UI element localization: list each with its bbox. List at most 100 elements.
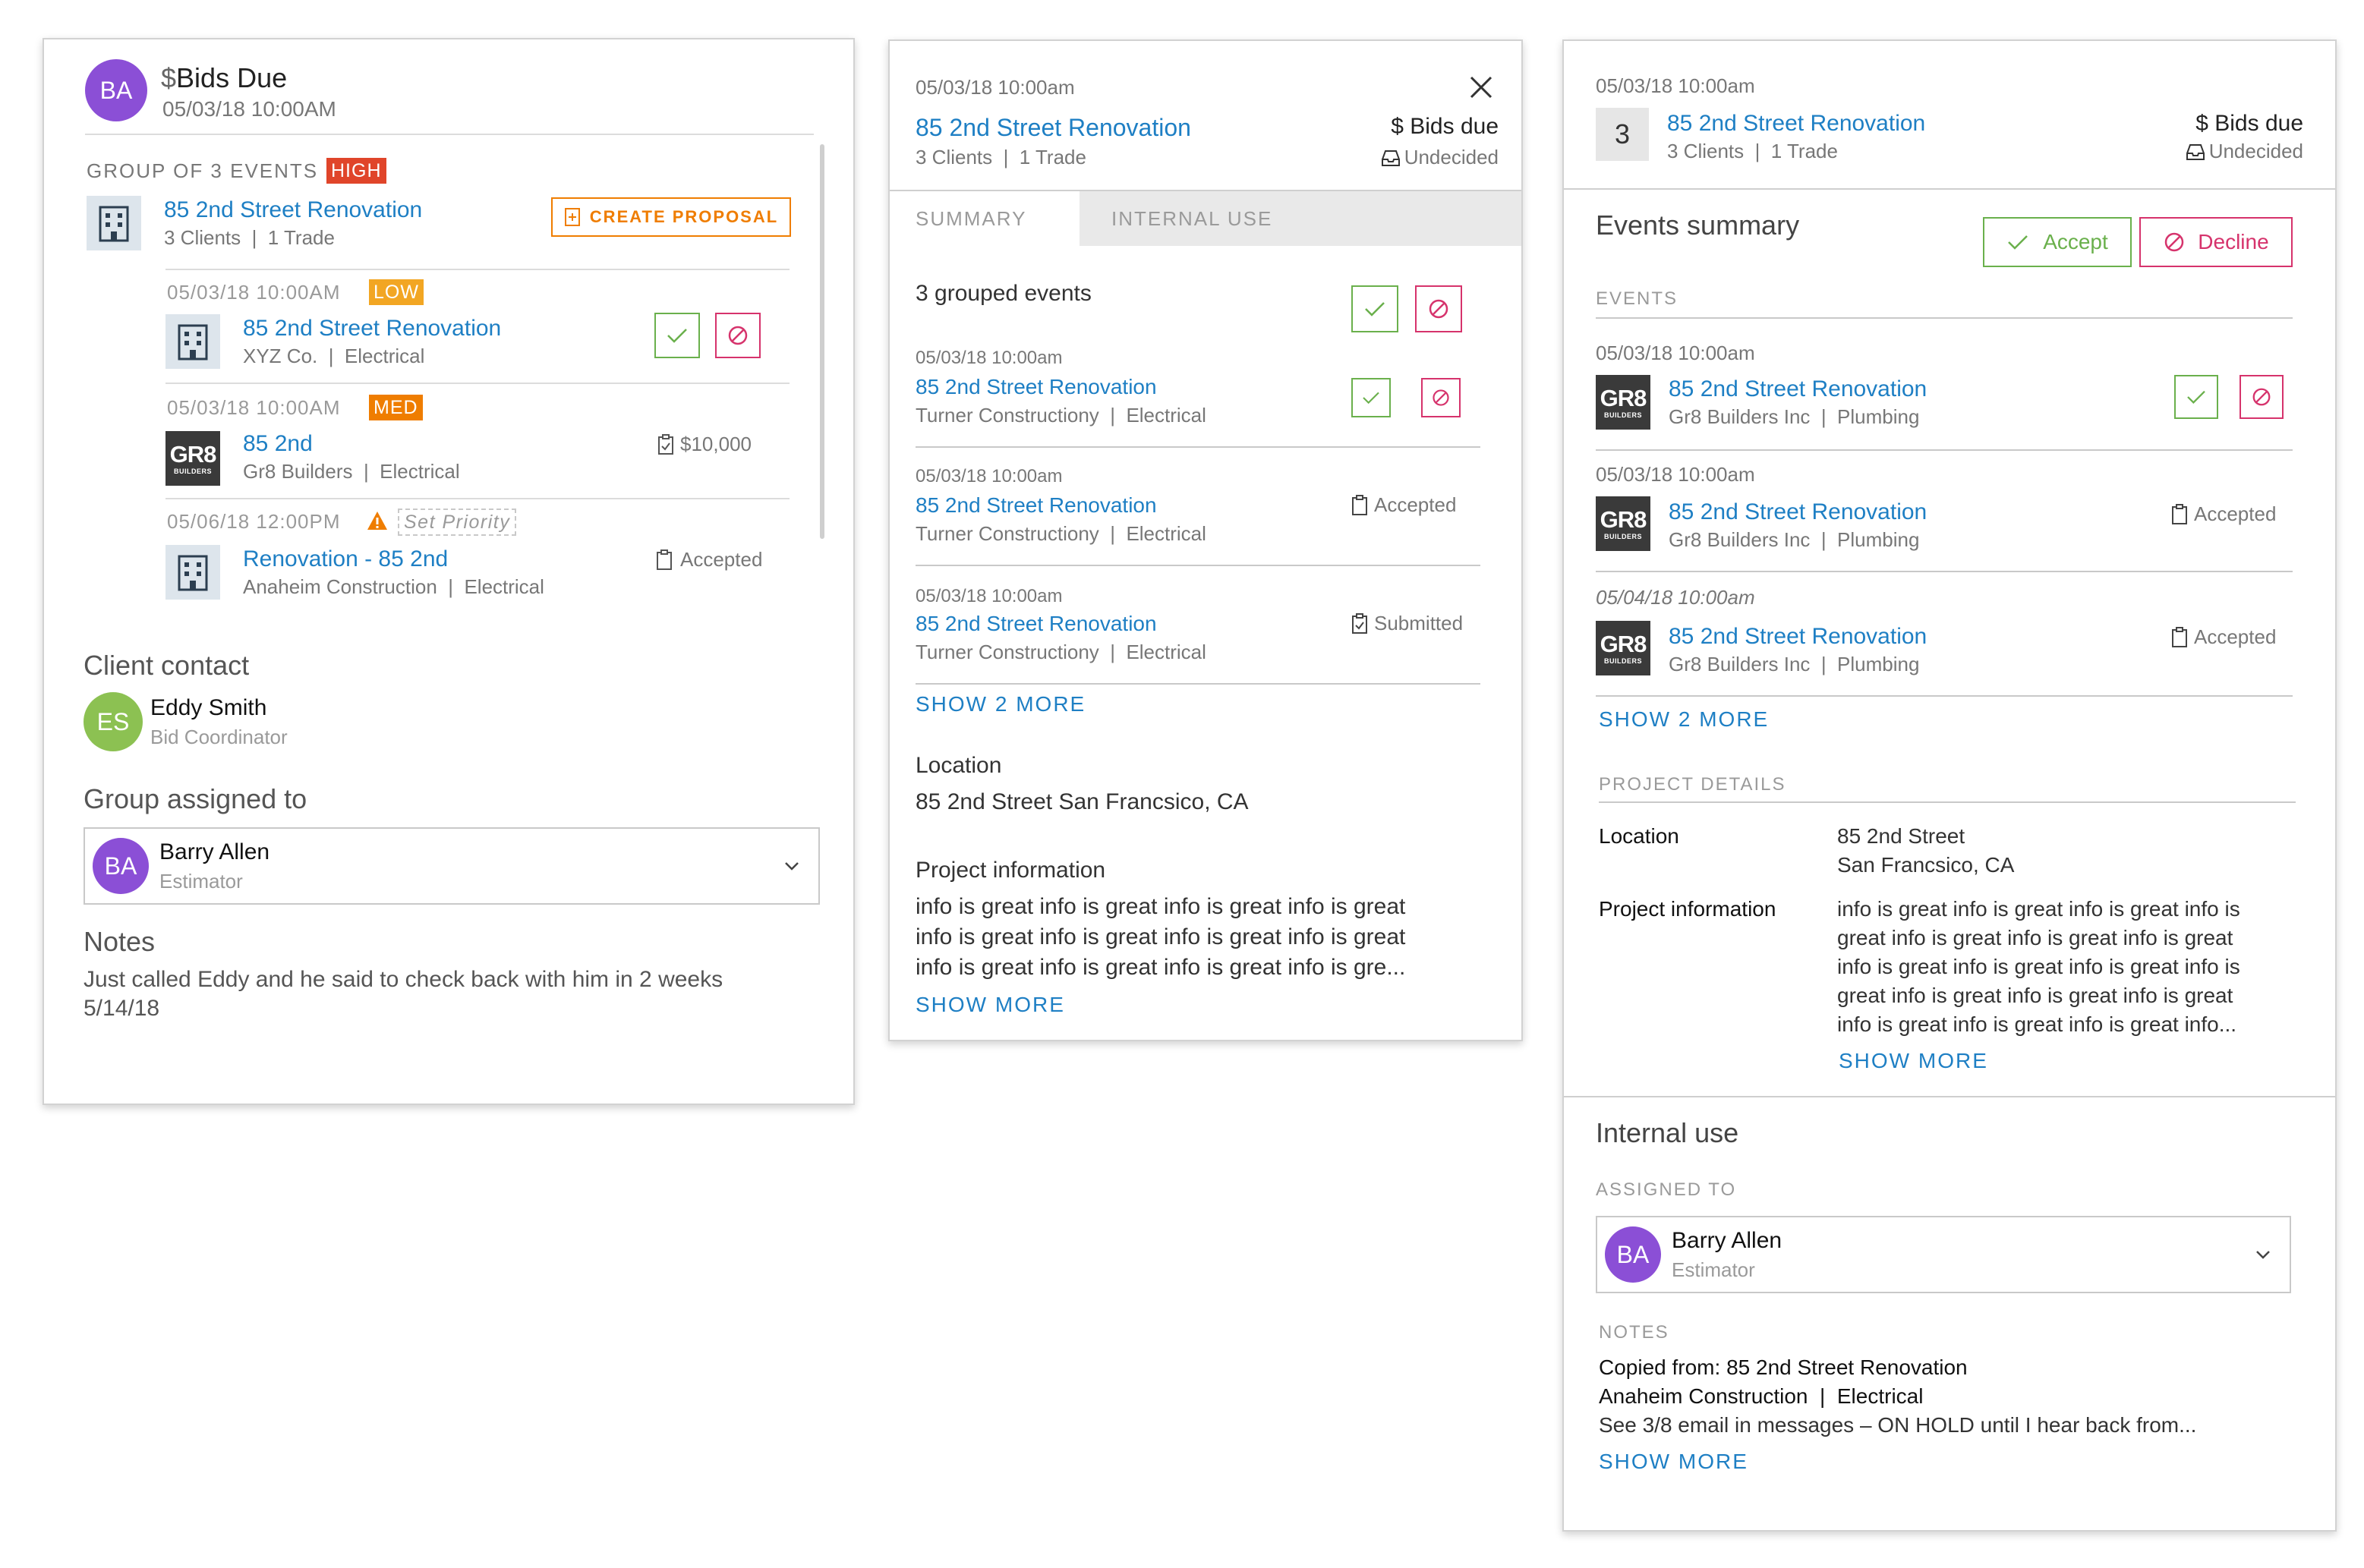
clipboard-icon xyxy=(1352,494,1367,515)
gr8-builders-logo: GR8 BUILDERS xyxy=(165,431,220,486)
event-title-link[interactable]: 85 2nd Street Renovation xyxy=(916,375,1157,399)
show-more-events-link[interactable]: SHOW 2 MORE xyxy=(1599,707,1769,732)
avatar: BA xyxy=(85,59,147,121)
notes-text: 5/14/18 xyxy=(84,996,160,1021)
event-meta: Gr8 Builders | Electrical xyxy=(243,460,460,483)
contact-role: Bid Coordinator xyxy=(150,726,288,748)
decline-all-button[interactable] xyxy=(1415,285,1462,332)
check-icon xyxy=(2008,235,2028,250)
bids-due-status: $ Bids due xyxy=(2141,111,2303,137)
title-text: Bids Due xyxy=(176,62,288,93)
divider xyxy=(165,269,790,270)
accept-all-button[interactable] xyxy=(1351,285,1398,332)
priority-badge-low: LOW xyxy=(369,279,424,305)
event-date: 05/03/18 10:00am xyxy=(916,586,1063,606)
dollar-icon: $ xyxy=(2195,111,2208,136)
status-text: Accepted xyxy=(680,548,763,571)
divider xyxy=(85,134,814,135)
decline-label: Decline xyxy=(2198,230,2269,253)
event-meta: XYZ Co. | Electrical xyxy=(243,345,425,367)
project-meta: 3 Clients | 1 Trade xyxy=(1667,140,1838,162)
event-title-link[interactable]: 85 2nd Street Renovation xyxy=(1669,624,1927,650)
event-title-link[interactable]: 85 2nd xyxy=(243,431,313,457)
dollar-icon: $ xyxy=(161,62,177,93)
project-info-line: info is great info is great info is grea… xyxy=(1837,955,2240,978)
project-title-link[interactable]: 85 2nd Street Renovation xyxy=(916,114,1191,142)
tab-label: SUMMARY xyxy=(916,206,1027,230)
accept-button[interactable] xyxy=(1351,378,1391,417)
decline-button[interactable] xyxy=(1421,378,1461,417)
event-date: 05/03/18 10:00AM xyxy=(167,396,341,419)
assignee-select[interactable]: BA Barry Allen Estimator xyxy=(1596,1216,2291,1293)
event-title-link[interactable]: 85 2nd Street Renovation xyxy=(916,612,1157,636)
notes-text: Anaheim Construction | Electrical xyxy=(1599,1384,1924,1408)
accept-button[interactable] xyxy=(2174,375,2218,419)
divider xyxy=(916,683,1480,685)
create-proposal-button[interactable]: CREATE PROPOSAL xyxy=(551,197,791,237)
show-more-events-link[interactable]: SHOW 2 MORE xyxy=(916,692,1086,716)
notes-heading: Notes xyxy=(84,926,156,957)
event-title-link[interactable]: Renovation - 85 2nd xyxy=(243,546,448,572)
building-icon xyxy=(87,196,141,250)
tab-internal-use[interactable]: INTERNAL USE xyxy=(1080,191,1521,246)
event-meta: Gr8 Builders Inc | Plumbing xyxy=(1669,653,1920,675)
undecided-status: Undecided xyxy=(2141,140,2303,163)
avatar: ES xyxy=(84,692,143,751)
show-more-link[interactable]: SHOW MORE xyxy=(916,993,1065,1017)
gr8-builders-logo: GR8 BUILDERS xyxy=(1596,375,1650,430)
event-detail-panel: 05/03/18 10:00am 85 2nd Street Renovatio… xyxy=(888,39,1523,1041)
decline-button[interactable] xyxy=(715,313,761,358)
group-label: GROUP OF 3 EVENTS xyxy=(87,159,319,182)
project-info-line: info is great info is great info is grea… xyxy=(916,924,1406,949)
divider xyxy=(165,383,790,384)
scrollbar[interactable] xyxy=(820,144,824,539)
group-project-link[interactable]: 85 2nd Street Renovation xyxy=(164,197,422,223)
assignee-select[interactable]: BA Barry Allen Estimator xyxy=(84,827,820,905)
event-title-link[interactable]: 85 2nd Street Renovation xyxy=(1669,499,1927,525)
building-icon xyxy=(165,314,220,369)
create-proposal-label: CREATE PROPOSAL xyxy=(589,207,779,226)
accept-button[interactable]: Accept xyxy=(1983,217,2132,267)
contact-name: Eddy Smith xyxy=(150,695,267,720)
page-title: $Bids Due xyxy=(161,62,287,94)
project-info-label: Project information xyxy=(916,858,1106,883)
building-icon xyxy=(165,545,220,600)
accept-button[interactable] xyxy=(654,313,700,358)
status-text: Submitted xyxy=(1374,612,1464,634)
notes-show-more-link[interactable]: SHOW MORE xyxy=(1599,1450,1748,1474)
show-more-link[interactable]: SHOW MORE xyxy=(1839,1049,1988,1073)
divider xyxy=(1599,801,2296,803)
event-date: 05/04/18 10:00am xyxy=(1596,586,1755,609)
decline-button[interactable] xyxy=(2239,375,2284,419)
event-title-link[interactable]: 85 2nd Street Renovation xyxy=(1669,376,1927,402)
bid-group-card: BA $Bids Due 05/03/18 10:00AM GROUP OF 3… xyxy=(43,38,855,1105)
close-icon[interactable] xyxy=(1468,74,1494,100)
client-contact-heading: Client contact xyxy=(84,650,250,681)
inbox-icon xyxy=(1381,150,1400,166)
event-date: 05/06/18 12:00PM xyxy=(167,510,341,533)
accept-label: Accept xyxy=(2043,230,2108,253)
event-title-link[interactable]: 85 2nd Street Renovation xyxy=(243,316,501,342)
status-text: Accepted xyxy=(1374,493,1457,516)
amount-text: $10,000 xyxy=(680,433,752,455)
location-label: Location xyxy=(916,753,1002,778)
project-title-link[interactable]: 85 2nd Street Renovation xyxy=(1667,111,1925,137)
block-icon xyxy=(2252,388,2271,406)
set-priority-button[interactable]: Set Priority xyxy=(398,508,517,536)
event-title-link[interactable]: 85 2nd Street Renovation xyxy=(916,493,1157,518)
project-info-line: info is great info is great info is grea… xyxy=(916,894,1406,919)
priority-badge-med: MED xyxy=(369,395,423,420)
project-info-line: info is great info is great info is grea… xyxy=(1837,897,2240,921)
status-text: Bids due xyxy=(2214,111,2303,136)
location-value: San Francsico, CA xyxy=(1837,853,2015,877)
clipboard-icon xyxy=(2172,503,2187,524)
divider xyxy=(1564,1096,2335,1097)
clipboard-check-icon xyxy=(658,433,673,455)
substatus-text: Undecided xyxy=(2208,140,2303,162)
tab-summary[interactable]: SUMMARY xyxy=(890,191,1080,246)
event-date: 05/03/18 10:00am xyxy=(916,466,1063,486)
decline-button[interactable]: Decline xyxy=(2139,217,2293,267)
status-accepted: Accepted xyxy=(1351,493,1456,517)
notes-label: NOTES xyxy=(1599,1322,1669,1343)
chevron-down-icon xyxy=(2256,1251,2270,1259)
